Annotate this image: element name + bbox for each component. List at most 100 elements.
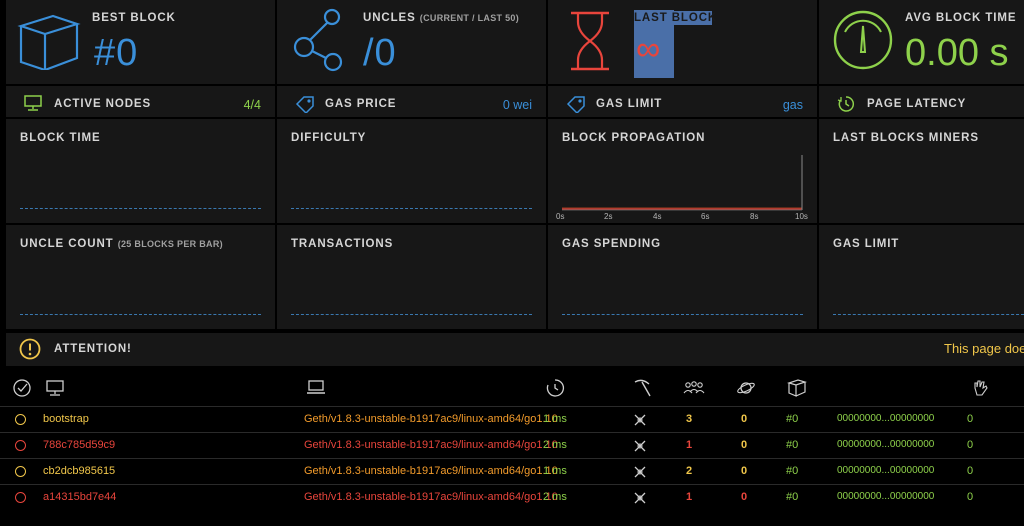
uncles-sub-label: (Current / Last 50) <box>419 13 519 23</box>
node-pending: 0 <box>741 491 748 503</box>
not-mining-icon <box>634 466 646 478</box>
hand-icon <box>974 380 988 396</box>
propagation-tick-0: 0s <box>556 212 565 221</box>
tag-icon <box>295 96 314 113</box>
node-propagation: 0 <box>967 491 974 503</box>
pickaxe-icon <box>634 379 651 397</box>
attention-label: Attention! <box>54 343 132 355</box>
uncles-label: Uncles (Current / Last 50) <box>363 12 519 24</box>
node-peers: 3 <box>686 413 693 425</box>
chart-transactions: Transactions <box>277 225 546 329</box>
chart-gas-limit: Gas Limit <box>819 225 1024 329</box>
uncle-count-title-text: Uncle Count <box>20 238 114 250</box>
node-propagation: 0 <box>967 465 974 477</box>
node-block-hash: 00000000...00000000 <box>837 413 935 424</box>
chart-uncle-count: Uncle Count (25 Blocks Per Bar) <box>6 225 275 329</box>
node-block: #0 <box>786 465 799 477</box>
node-name[interactable]: a14315bd7e44 <box>43 491 116 503</box>
stat-active-nodes: Active Nodes 4/4 <box>6 86 275 117</box>
gas-limit-baseline <box>833 314 1024 315</box>
difficulty-title: Difficulty <box>291 132 367 144</box>
node-latency: 2 ms <box>543 491 567 503</box>
node-latency: 2 ms <box>543 439 567 451</box>
node-block-hash: 00000000...00000000 <box>837 465 935 476</box>
status-indicator <box>15 466 26 477</box>
gauge-icon <box>833 10 893 70</box>
laptop-icon <box>307 380 325 394</box>
status-indicator <box>15 492 26 503</box>
best-block-value: #0 <box>94 32 139 74</box>
node-peers: 2 <box>686 465 693 477</box>
uncle-count-sub-title: (25 Blocks Per Bar) <box>117 239 223 249</box>
node-client: Geth/v1.8.3-unstable-b1917ac9/linux-amd6… <box>304 491 558 503</box>
node-block: #0 <box>786 439 799 451</box>
propagation-tick-2: 4s <box>653 212 662 221</box>
not-mining-icon <box>634 492 646 504</box>
hourglass-icon <box>571 11 609 71</box>
transactions-baseline <box>291 314 532 315</box>
planet-icon <box>737 382 755 394</box>
node-pending: 0 <box>741 413 748 425</box>
molecule-icon <box>293 8 343 72</box>
stat-page-latency: Page Latency <box>819 86 1024 117</box>
dashboard: Best Block #0 Uncles (Current / Last 50)… <box>0 0 1024 526</box>
monitor-icon <box>46 380 64 396</box>
node-block-hash: 00000000...00000000 <box>837 491 935 502</box>
node-peers: 1 <box>686 491 693 503</box>
table-row[interactable]: 788c785d59c9 Geth/v1.8.3-unstable-b1917a… <box>0 432 1024 458</box>
table-row[interactable]: cb2dcb985615 Geth/v1.8.3-unstable-b1917a… <box>0 458 1024 484</box>
block-time-baseline <box>20 208 261 209</box>
gas-spending-title: Gas Spending <box>562 238 661 250</box>
propagation-tick-3: 6s <box>701 212 710 221</box>
node-propagation: 0 <box>967 439 974 451</box>
last-blocks-miners-title: Last Blocks Miners <box>833 132 979 144</box>
uncles-value: /0 <box>363 32 397 74</box>
not-mining-icon <box>634 440 646 452</box>
gas-price-value: 0 wei <box>502 98 532 112</box>
node-peers: 1 <box>686 439 693 451</box>
last-block-label: Last Block <box>634 12 718 24</box>
card-last-block: Last Block ∞ <box>548 0 817 84</box>
peers-icon <box>683 381 705 394</box>
uncle-count-title: Uncle Count (25 Blocks Per Bar) <box>20 238 223 250</box>
gas-limit-chart-title: Gas Limit <box>833 238 900 250</box>
avg-block-time-label: Avg Block Time <box>905 12 1017 24</box>
attention-bar: Attention! This page doe <box>6 333 1024 366</box>
check-circle-icon <box>13 379 31 397</box>
chart-block-time: Block Time <box>6 119 275 223</box>
node-client: Geth/v1.8.3-unstable-b1917ac9/linux-amd6… <box>304 413 558 425</box>
table-row[interactable]: a14315bd7e44 Geth/v1.8.3-unstable-b1917a… <box>0 484 1024 510</box>
timer-icon <box>837 96 855 112</box>
last-block-value: ∞ <box>636 30 662 68</box>
node-name[interactable]: cb2dcb985615 <box>43 465 115 477</box>
propagation-tick-1: 2s <box>604 212 613 221</box>
status-indicator <box>15 414 26 425</box>
chart-gas-spending: Gas Spending <box>548 225 817 329</box>
table-row[interactable]: bootstrap Geth/v1.8.3-unstable-b1917ac9/… <box>0 406 1024 432</box>
active-nodes-label: Active Nodes <box>54 98 152 110</box>
node-client: Geth/v1.8.3-unstable-b1917ac9/linux-amd6… <box>304 439 558 451</box>
cube-icon <box>787 379 807 397</box>
monitor-icon <box>24 95 42 111</box>
node-name[interactable]: 788c785d59c9 <box>43 439 115 451</box>
block-time-title: Block Time <box>20 132 101 144</box>
card-avg-block-time: Avg Block Time 0.00 s <box>819 0 1024 84</box>
uncles-label-text: Uncles <box>363 12 416 24</box>
transactions-title: Transactions <box>291 238 394 250</box>
nodes-table-header <box>0 370 1024 404</box>
node-block-hash: 00000000...00000000 <box>837 439 935 450</box>
best-block-label: Best Block <box>92 12 176 24</box>
gas-limit-value: gas <box>782 98 803 112</box>
page-latency-label: Page Latency <box>867 98 967 110</box>
propagation-tick-5: 10s <box>795 212 808 221</box>
difficulty-baseline <box>291 208 532 209</box>
node-client: Geth/v1.8.3-unstable-b1917ac9/linux-amd6… <box>304 465 558 477</box>
not-mining-icon <box>634 414 646 426</box>
status-indicator <box>15 440 26 451</box>
node-name[interactable]: bootstrap <box>43 413 89 425</box>
cube-icon <box>17 14 81 70</box>
node-block: #0 <box>786 413 799 425</box>
node-pending: 0 <box>741 439 748 451</box>
card-uncles: Uncles (Current / Last 50) /0 <box>277 0 546 84</box>
tag-icon <box>566 96 585 113</box>
